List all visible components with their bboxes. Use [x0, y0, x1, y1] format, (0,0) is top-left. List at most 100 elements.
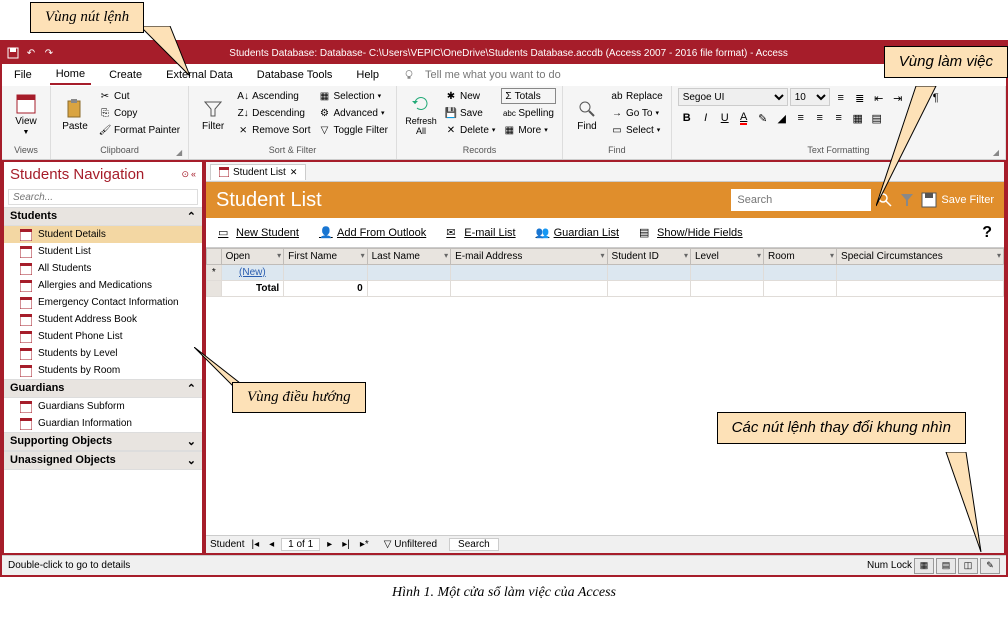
last-record-button[interactable]: ▸| [339, 539, 353, 550]
nav-title[interactable]: Students Navigation ⊙ « [4, 162, 202, 187]
nav-item[interactable]: Guardian Information [4, 415, 202, 432]
show-hide-fields-button[interactable]: ▤Show/Hide Fields [639, 226, 743, 240]
goto-button[interactable]: →Go To▾ [609, 105, 665, 121]
guardian-list-button[interactable]: 👥Guardian List [536, 226, 619, 240]
column-header[interactable]: Last Name▾ [367, 249, 450, 265]
column-header[interactable]: Student ID▾ [607, 249, 690, 265]
filter-button[interactable]: Filter [195, 88, 231, 142]
more-button[interactable]: ▦More▾ [501, 122, 556, 138]
recnav-search[interactable]: Search [449, 538, 499, 551]
column-header[interactable]: Open▾ [221, 249, 284, 265]
tab-home[interactable]: Home [50, 65, 91, 85]
new-row[interactable]: * (New) [207, 265, 1004, 281]
paste-button[interactable]: Paste [57, 88, 93, 142]
next-record-button[interactable]: ▸ [324, 539, 335, 550]
nav-item[interactable]: Emergency Contact Information [4, 294, 202, 311]
bold-button[interactable]: B [678, 110, 696, 126]
nav-item[interactable]: Student Phone List [4, 328, 202, 345]
gridlines-button[interactable]: ▦ [849, 110, 867, 126]
nav-group-supporting[interactable]: Supporting Objects⌄ [4, 432, 202, 451]
redo-icon[interactable]: ↷ [42, 46, 56, 60]
nav-item[interactable]: Allergies and Medications [4, 277, 202, 294]
cut-button[interactable]: ✂Cut [97, 88, 182, 104]
column-dropdown-icon[interactable]: ▾ [830, 251, 834, 260]
column-dropdown-icon[interactable]: ▾ [757, 251, 761, 260]
save-record-button[interactable]: 💾Save [443, 105, 497, 121]
font-select[interactable]: Segoe UI [678, 88, 788, 106]
underline-button[interactable]: U [716, 110, 734, 126]
column-header[interactable]: Room▾ [764, 249, 837, 265]
column-dropdown-icon[interactable]: ▾ [444, 251, 448, 260]
descending-button[interactable]: Z↓Descending [235, 105, 312, 121]
email-list-button[interactable]: ✉E-mail List [446, 226, 515, 240]
copy-button[interactable]: ⎘Copy [97, 105, 182, 121]
nav-item[interactable]: Students by Level [4, 345, 202, 362]
prev-record-button[interactable]: ◂ [266, 539, 277, 550]
nav-item[interactable]: Student Address Book [4, 311, 202, 328]
save-icon[interactable] [6, 46, 20, 60]
first-record-button[interactable]: |◂ [248, 539, 262, 550]
font-size-select[interactable]: 10 [790, 88, 830, 106]
column-dropdown-icon[interactable]: ▾ [997, 251, 1001, 260]
find-button[interactable]: Find [569, 88, 605, 142]
column-header[interactable]: Level▾ [691, 249, 764, 265]
add-outlook-button[interactable]: 👤Add From Outlook [319, 226, 426, 240]
undo-icon[interactable]: ↶ [24, 46, 38, 60]
row-selector[interactable]: * [207, 265, 222, 281]
nav-group-unassigned[interactable]: Unassigned Objects⌄ [4, 451, 202, 470]
nav-search-input[interactable] [8, 189, 198, 205]
help-button[interactable]: ? [982, 224, 992, 242]
replace-button[interactable]: abReplace [609, 88, 665, 104]
form-search-input[interactable] [731, 189, 871, 211]
filter-status[interactable]: ▽ Unfiltered [384, 539, 437, 550]
nav-item[interactable]: Guardians Subform [4, 398, 202, 415]
highlight-button[interactable]: ✎ [754, 110, 772, 126]
new-record-nav-button[interactable]: ▸* [357, 539, 372, 550]
column-dropdown-icon[interactable]: ▾ [277, 251, 281, 260]
select-button[interactable]: ▭Select▾ [609, 122, 665, 138]
refresh-all-button[interactable]: Refresh All [403, 88, 439, 142]
selection-button[interactable]: ▦Selection▾ [317, 88, 390, 104]
nav-item[interactable]: Student List [4, 243, 202, 260]
align-center-button[interactable]: ≡ [811, 110, 829, 126]
tab-student-list[interactable]: Student List ✕ [210, 164, 306, 180]
tab-file[interactable]: File [8, 66, 38, 84]
advanced-button[interactable]: ⚙Advanced▾ [317, 105, 390, 121]
new-link[interactable]: (New) [239, 267, 266, 278]
nav-group-guardians[interactable]: Guardians⌃ [4, 379, 202, 398]
numbering-icon[interactable]: ≣ [851, 90, 869, 106]
bullets-icon[interactable]: ≡ [832, 90, 850, 106]
totals-button[interactable]: ΣTotals [501, 88, 556, 104]
toggle-filter-button[interactable]: ▽Toggle Filter [317, 122, 390, 138]
ascending-button[interactable]: A↓Ascending [235, 88, 312, 104]
nav-item[interactable]: Students by Room [4, 362, 202, 379]
font-color-button[interactable]: A [735, 110, 753, 126]
align-right-button[interactable]: ≡ [830, 110, 848, 126]
delete-record-button[interactable]: ✕Delete▾ [443, 122, 497, 138]
dialog-launcher-icon[interactable]: ◢ [176, 148, 182, 157]
tab-database-tools[interactable]: Database Tools [251, 66, 339, 84]
format-painter-button[interactable]: 🖌Format Painter [97, 122, 182, 138]
shutter-icon[interactable]: « [191, 169, 196, 180]
new-student-button[interactable]: ▭New Student [218, 226, 299, 240]
close-tab-icon[interactable]: ✕ [290, 167, 298, 178]
column-header[interactable]: E-mail Address▾ [451, 249, 607, 265]
new-record-button[interactable]: ✱New [443, 88, 497, 104]
italic-button[interactable]: I [697, 110, 715, 126]
column-header[interactable]: Special Circumstances▾ [837, 249, 1004, 265]
spelling-button[interactable]: abcSpelling [501, 105, 556, 121]
align-left-button[interactable]: ≡ [792, 110, 810, 126]
view-button[interactable]: View ▼ [8, 88, 44, 142]
column-dropdown-icon[interactable]: ▾ [684, 251, 688, 260]
nav-group-students[interactable]: Students⌃ [4, 207, 202, 226]
column-dropdown-icon[interactable]: ▾ [601, 251, 605, 260]
column-header[interactable]: First Name▾ [284, 249, 367, 265]
fill-color-button[interactable]: ◢ [773, 110, 791, 126]
nav-dropdown-icon[interactable]: ⊙ [181, 169, 189, 180]
nav-item[interactable]: All Students [4, 260, 202, 277]
remove-sort-button[interactable]: ⨯Remove Sort [235, 122, 312, 138]
nav-item[interactable]: Student Details [4, 226, 202, 243]
column-dropdown-icon[interactable]: ▾ [361, 251, 365, 260]
tell-me-search[interactable]: Tell me what you want to do [397, 63, 573, 87]
tab-help[interactable]: Help [350, 66, 385, 84]
